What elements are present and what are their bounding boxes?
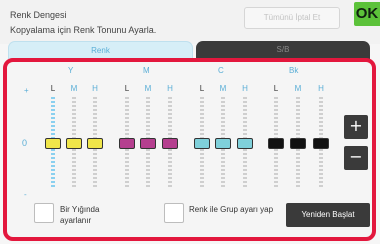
col-label-m-m: M [144, 84, 152, 93]
group-label-c: C [218, 66, 224, 75]
slider-handle-c-h[interactable] [237, 138, 253, 149]
screen-subtitle: Kopyalama için Renk Tonunu Ayarla. [10, 25, 157, 35]
mode-tabs: Renk S/B [8, 41, 370, 59]
ok-button[interactable]: OK [354, 2, 380, 26]
col-label-y-l: L [50, 84, 56, 93]
scale-minus-mark: - [24, 190, 27, 199]
scale-zero-label: 0 [22, 138, 28, 148]
slider-handle-m-h[interactable] [162, 138, 178, 149]
decrease-button[interactable]: − [344, 146, 368, 170]
col-label-bk-m: M [294, 84, 302, 93]
col-label-m-h: H [167, 84, 173, 93]
screen-title: Renk Dengesi [10, 10, 67, 20]
slider-handle-y-h[interactable] [87, 138, 103, 149]
tab-color[interactable]: Renk [8, 41, 193, 59]
col-label-c-l: L [199, 84, 205, 93]
slider-handle-y-l[interactable] [45, 138, 61, 149]
bulk-adjust-label-line2: ayarlanır [60, 216, 92, 225]
group-adjust-checkbox[interactable] [164, 203, 184, 223]
slider-handle-bk-m[interactable] [290, 138, 306, 149]
slider-handle-c-m[interactable] [215, 138, 231, 149]
slider-handle-m-l[interactable] [119, 138, 135, 149]
col-label-c-h: H [242, 84, 248, 93]
col-label-y-h: H [92, 84, 98, 93]
scale-plus-mark: + [24, 86, 29, 95]
color-balance-screen: Renk Dengesi Kopyalama için Renk Tonunu … [0, 0, 380, 244]
col-label-c-m: M [219, 84, 227, 93]
group-label-bk: Bk [289, 66, 299, 75]
slider-handle-c-l[interactable] [194, 138, 210, 149]
bulk-adjust-label-line1: Bir Yığında [60, 205, 100, 214]
slider-handle-bk-h[interactable] [313, 138, 329, 149]
group-label-y: Y [68, 66, 74, 75]
slider-handle-bk-l[interactable] [268, 138, 284, 149]
header: Renk Dengesi Kopyalama için Renk Tonunu … [0, 0, 380, 44]
col-label-bk-l: L [273, 84, 279, 93]
col-label-m-l: L [124, 84, 130, 93]
restart-button[interactable]: Yeniden Başlat [286, 203, 370, 227]
slider-handle-y-m[interactable] [66, 138, 82, 149]
col-label-y-m: M [70, 84, 78, 93]
bulk-adjust-label: Bir Yığında ayarlanır [60, 204, 99, 226]
bulk-adjust-checkbox[interactable] [34, 203, 54, 223]
group-adjust-label: Renk ile Grup ayarı yap [189, 205, 274, 214]
tab-bw[interactable]: S/B [196, 41, 370, 59]
col-label-bk-h: H [318, 84, 324, 93]
slider-handle-m-m[interactable] [140, 138, 156, 149]
cancel-all-button[interactable]: Tümünü İptal Et [244, 7, 340, 29]
increase-button[interactable]: + [344, 115, 368, 139]
group-label-m: M [143, 66, 150, 75]
